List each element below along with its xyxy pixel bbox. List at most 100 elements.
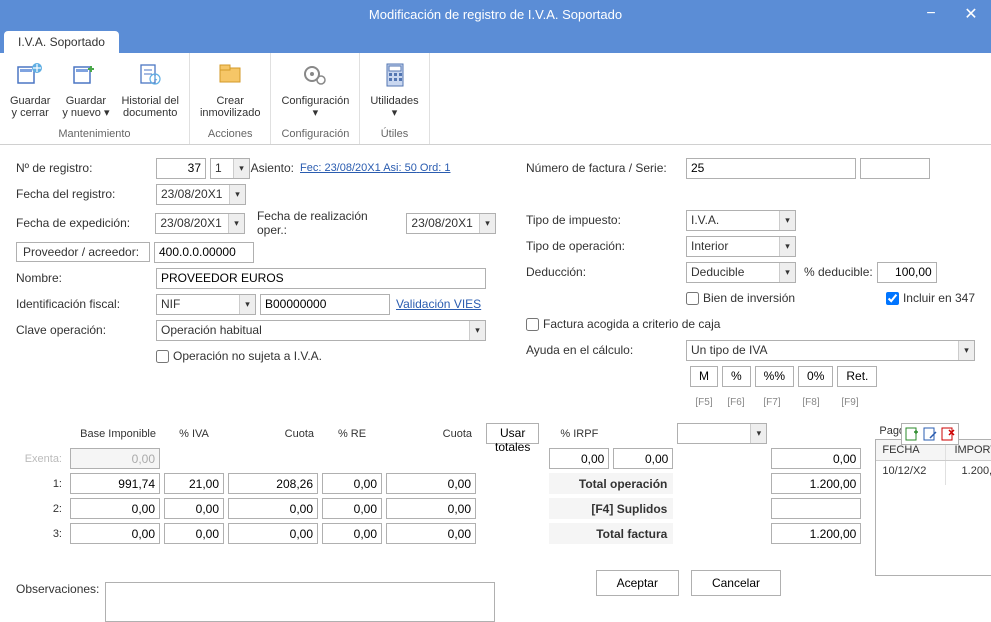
chevron-down-icon[interactable]: ▾ [228, 214, 244, 233]
mini-ret-button[interactable]: Ret. [837, 366, 877, 387]
proveedor-input[interactable] [154, 242, 254, 263]
mini-pct-button[interactable]: % [722, 366, 751, 387]
observaciones-input[interactable] [105, 582, 495, 622]
ribbon-label2: inmovilizado [200, 107, 261, 119]
row1-cuota-input[interactable] [228, 473, 318, 494]
chevron-down-icon[interactable]: ▾ [239, 295, 255, 314]
row3-cuota-input[interactable] [228, 523, 318, 544]
row1-base-input[interactable] [70, 473, 160, 494]
bieninv-checkbox[interactable]: Bien de inversión [686, 291, 795, 305]
row3-cuota2-input[interactable] [386, 523, 476, 544]
tipoimp-dropdown[interactable]: I.V.A.▾ [686, 210, 796, 231]
chevron-down-icon[interactable]: ▾ [958, 341, 974, 360]
ayuda-dropdown[interactable]: Un tipo de IVA▾ [686, 340, 975, 361]
nregistro-input[interactable] [156, 158, 206, 179]
proveedor-label[interactable]: Proveedor / acreedor: [16, 242, 150, 262]
incl347-checkbox[interactable]: Incluir en 347 [886, 291, 975, 305]
tipoimp-label: Tipo de impuesto: [526, 213, 686, 227]
configuracion-button[interactable]: Configuración ▾ [275, 55, 355, 126]
chevron-down-icon[interactable]: ▾ [779, 211, 795, 230]
numfact-input[interactable] [686, 158, 856, 179]
header-cuota2: Cuota [386, 423, 476, 444]
asiento-link[interactable]: Fec: 23/08/20X1 Asi: 50 Ord: 1 [300, 162, 450, 174]
chevron-down-icon[interactable]: ▾ [479, 214, 495, 233]
gear-icon [298, 57, 332, 93]
row2-cuota2-input[interactable] [386, 498, 476, 519]
utilidades-button[interactable]: Utilidades ▾ [364, 55, 424, 126]
row2-pre-input[interactable] [322, 498, 382, 519]
suplidos-input[interactable] [771, 498, 861, 519]
delete-row-icon[interactable] [940, 426, 956, 442]
fecha-exped-input[interactable]: 23/08/20X1▾ [155, 213, 245, 234]
fecha-realiz-input[interactable]: 23/08/20X1▾ [406, 213, 496, 234]
checkbox-input[interactable] [526, 318, 539, 331]
historial-button[interactable]: Historial del documento [115, 55, 184, 126]
idfiscal-type-dropdown[interactable]: NIF▾ [156, 294, 256, 315]
chevron-down-icon[interactable]: ▾ [779, 237, 795, 256]
usar-totales-button[interactable]: Usar totales [486, 423, 539, 444]
tab-label: I.V.A. Soportado [18, 35, 105, 49]
ribbon-group-label: Acciones [194, 126, 267, 142]
ribbon-label2: ▾ [313, 107, 319, 119]
tot-v2-input[interactable] [613, 448, 673, 469]
checkbox-input[interactable] [156, 350, 169, 363]
header-pre: % RE [322, 423, 382, 444]
total-fact-input[interactable] [771, 523, 861, 544]
edit-row-icon[interactable] [922, 426, 938, 442]
deduccion-dropdown[interactable]: Deducible▾ [686, 262, 796, 283]
mini-0pct-button[interactable]: 0% [798, 366, 833, 387]
deduccion-label: Deducción: [526, 265, 686, 279]
tot-v1-input[interactable] [549, 448, 609, 469]
observaciones-label: Observaciones: [16, 582, 99, 596]
ribbon: Guardar y cerrar Guardar y nuevo ▾ Histo… [0, 53, 991, 145]
mini-pctpct-button[interactable]: %% [755, 366, 794, 387]
aceptar-button[interactable]: Aceptar [596, 570, 679, 596]
blank-dropdown[interactable]: ▾ [677, 423, 767, 444]
row1-piva-input[interactable] [164, 473, 224, 494]
chevron-down-icon[interactable]: ▾ [469, 321, 485, 340]
guardar-cerrar-button[interactable]: Guardar y cerrar [4, 55, 56, 126]
row3-piva-input[interactable] [164, 523, 224, 544]
chevron-down-icon[interactable]: ▾ [229, 185, 245, 204]
row3-pre-input[interactable] [322, 523, 382, 544]
nregistro-aux-dropdown[interactable]: 1▾ [210, 158, 250, 179]
total-op-input[interactable] [771, 473, 861, 494]
add-row-icon[interactable] [904, 426, 920, 442]
chevron-down-icon[interactable]: ▾ [233, 159, 249, 178]
serie-input[interactable] [860, 158, 930, 179]
row2-cuota-input[interactable] [228, 498, 318, 519]
row1-label: 1: [16, 473, 66, 494]
idfiscal-num-input[interactable] [260, 294, 390, 315]
row2-piva-input[interactable] [164, 498, 224, 519]
tipoop-label: Tipo de operación: [526, 239, 686, 253]
checkbox-input[interactable] [886, 292, 899, 305]
chevron-down-icon[interactable]: ▾ [750, 424, 766, 443]
tipoop-dropdown[interactable]: Interior▾ [686, 236, 796, 257]
criteriocaja-checkbox[interactable]: Factura acogida a criterio de caja [526, 317, 720, 331]
row1-cuota2-input[interactable] [386, 473, 476, 494]
nombre-input[interactable] [156, 268, 486, 289]
checkbox-input[interactable] [686, 292, 699, 305]
row2-base-input[interactable] [70, 498, 160, 519]
table-row[interactable]: 10/12/X2 1.200,00 [876, 461, 991, 485]
fecha-registro-input[interactable]: 23/08/20X1▾ [156, 184, 246, 205]
row3-base-input[interactable] [70, 523, 160, 544]
vies-link[interactable]: Validación VIES [396, 297, 481, 311]
chevron-down-icon[interactable]: ▾ [779, 263, 795, 282]
pctded-input[interactable] [877, 262, 937, 283]
cancelar-button[interactable]: Cancelar [691, 570, 781, 596]
guardar-nuevo-button[interactable]: Guardar y nuevo ▾ [56, 55, 115, 126]
ribbon-label2: ▾ [392, 107, 398, 119]
tab-iva-soportado[interactable]: I.V.A. Soportado [4, 31, 119, 53]
row1-pre-input[interactable] [322, 473, 382, 494]
tot-v3-input[interactable] [771, 448, 861, 469]
clave-dropdown[interactable]: Operación habitual▾ [156, 320, 486, 341]
f5-hint: [F5] [690, 397, 718, 408]
minimize-button[interactable]: − [911, 0, 951, 28]
opnosujeta-checkbox[interactable]: Operación no sujeta a I.V.A. [156, 349, 322, 363]
header-base: Base Imponible [70, 423, 160, 444]
asiento-ord: Ord: 1 [420, 162, 451, 174]
crear-inmovilizado-button[interactable]: Crear inmovilizado [194, 55, 267, 126]
close-button[interactable]: ✕ [951, 0, 991, 28]
mini-m-button[interactable]: M [690, 366, 718, 387]
